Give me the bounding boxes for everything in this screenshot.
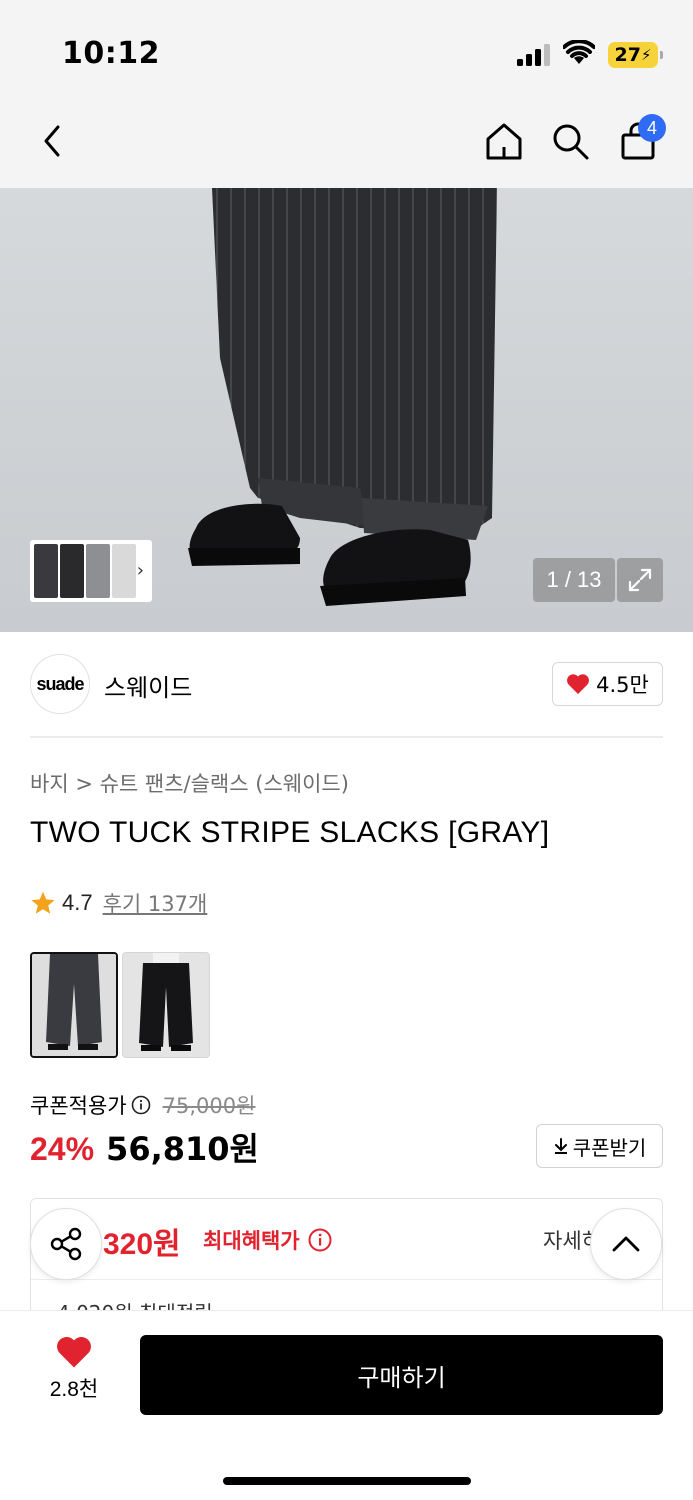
home-indicator (223, 1477, 471, 1485)
home-icon (486, 123, 522, 160)
gallery-thumb (60, 544, 84, 598)
expand-image-button[interactable] (617, 558, 663, 602)
gallery-thumbnail-strip[interactable]: › (30, 540, 152, 602)
chevron-right-icon: › (136, 560, 144, 581)
divider (30, 736, 663, 738)
review-link[interactable]: 후기 137개 (103, 888, 208, 918)
cellular-signal-icon (517, 44, 550, 66)
bottom-action-bar: 2.8천 구매하기 (0, 1310, 693, 1500)
buy-button[interactable]: 구매하기 (140, 1335, 663, 1415)
heart-icon (567, 674, 590, 694)
heart-icon (57, 1336, 91, 1368)
brand-logo-text: suade (36, 673, 84, 694)
status-bar: 10:12 27 ⚡ (0, 0, 693, 100)
search-button[interactable] (548, 118, 592, 164)
cart-count-badge: 4 (638, 114, 666, 142)
brand-row: suade 스웨이드 4.5만 (0, 632, 693, 736)
chevron-left-icon (44, 125, 60, 157)
top-nav: 4 (0, 100, 693, 188)
cart-button[interactable]: 4 (616, 114, 666, 164)
sale-price: 56,810원 (106, 1130, 259, 1168)
search-icon (553, 124, 589, 160)
color-option-image (123, 953, 209, 1057)
category-breadcrumb[interactable]: 바지 > 슈트 팬츠/슬랙스 (스웨이드) (30, 768, 349, 798)
product-image-gallery[interactable]: › 1 / 13 (0, 188, 693, 632)
benefit-label: 최대혜택가 (203, 1229, 300, 1253)
scroll-to-top-button[interactable] (590, 1208, 662, 1280)
divider (31, 1279, 662, 1280)
color-option-black[interactable] (122, 952, 210, 1058)
image-page-counter: 1 / 13 (533, 558, 615, 602)
price-row: 24% 56,810원 (30, 1124, 259, 1170)
brand-logo[interactable]: suade (30, 654, 90, 714)
info-icon[interactable] (308, 1228, 332, 1252)
get-coupon-label: 쿠폰받기 (572, 1135, 647, 1160)
battery-level: 27 (614, 44, 641, 66)
rating-value: 4.7 (62, 890, 93, 915)
expand-icon (628, 568, 652, 592)
brand-like-count: 4.5만 (596, 673, 649, 697)
rating-row: 4.7 후기 137개 (30, 888, 207, 918)
color-option-image (32, 954, 116, 1056)
original-price: 75,000원 (162, 1094, 256, 1118)
charging-bolt-icon: ⚡ (640, 46, 652, 64)
color-option-gray[interactable] (30, 952, 118, 1058)
coupon-price-label: 쿠폰적용가 (30, 1094, 127, 1118)
share-button[interactable] (30, 1208, 102, 1280)
get-coupon-button[interactable]: 쿠폰받기 (536, 1124, 663, 1168)
home-button[interactable] (482, 118, 526, 164)
benefit-amount: 320원 (103, 1228, 181, 1261)
brand-name[interactable]: 스웨이드 (104, 668, 192, 703)
gallery-thumb (34, 544, 58, 598)
wishlist-count: 2.8천 (49, 1378, 99, 1401)
max-benefit-box[interactable]: 320원 최대혜택가 자세히 4,020원 최대적립 (30, 1198, 663, 1328)
brand-like-button[interactable]: 4.5만 (552, 662, 663, 706)
back-button[interactable] (30, 118, 74, 164)
benefit-label-row: 최대혜택가 (203, 1225, 332, 1255)
coupon-price-row: 쿠폰적용가 75,000원 (30, 1090, 255, 1120)
product-title: TWO TUCK STRIPE SLACKS [GRAY] (30, 816, 550, 849)
download-icon (554, 1138, 567, 1154)
info-icon[interactable] (131, 1095, 151, 1115)
wishlist-button[interactable]: 2.8천 (30, 1335, 118, 1403)
battery-indicator: 27 ⚡ (608, 42, 663, 68)
share-icon (50, 1227, 82, 1261)
wifi-icon (563, 40, 595, 64)
discount-rate: 24% (30, 1131, 95, 1167)
chevron-up-icon (612, 1236, 640, 1252)
status-time: 10:12 (62, 36, 160, 71)
gallery-thumb (112, 544, 136, 598)
gallery-thumb (86, 544, 110, 598)
star-icon (31, 891, 55, 914)
